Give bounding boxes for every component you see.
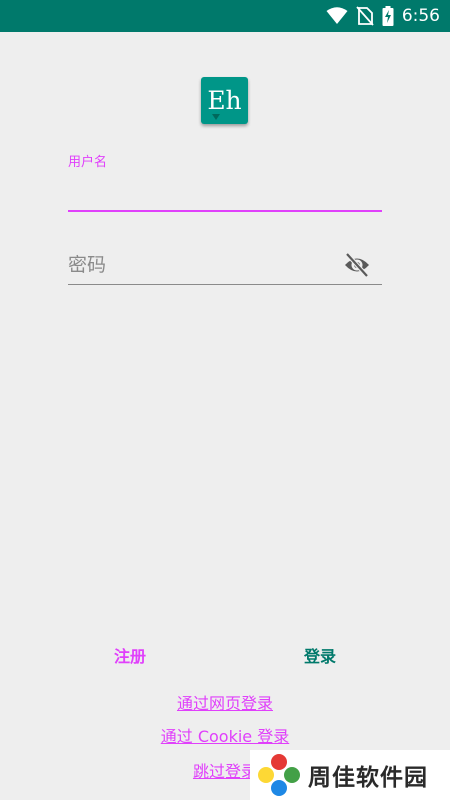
wifi-icon [326,7,348,24]
logo-notch [212,114,220,120]
cookie-login-link[interactable]: 通过 Cookie 登录 [0,723,450,747]
status-time: 6:56 [401,6,440,26]
username-input[interactable] [68,172,382,208]
pinwheel-logo-icon [258,754,300,796]
password-underline [68,284,382,285]
visibility-off-icon[interactable] [343,252,371,278]
status-bar: 6:56 [0,0,450,32]
watermark-text: 周佳软件园 [308,765,428,791]
app-logo-text: Eh [207,86,242,115]
register-button[interactable]: 注册 [100,640,160,670]
username-underline [68,210,382,212]
status-icons: 6:56 [326,5,440,27]
watermark: 周佳软件园 [250,750,450,800]
app-logo: Eh [201,77,248,124]
web-login-link[interactable]: 通过网页登录 [0,690,450,714]
password-input[interactable] [68,250,338,280]
no-sim-icon [356,6,374,26]
login-button[interactable]: 登录 [290,640,350,670]
username-label: 用户名 [68,155,108,170]
battery-charging-icon [382,6,394,26]
